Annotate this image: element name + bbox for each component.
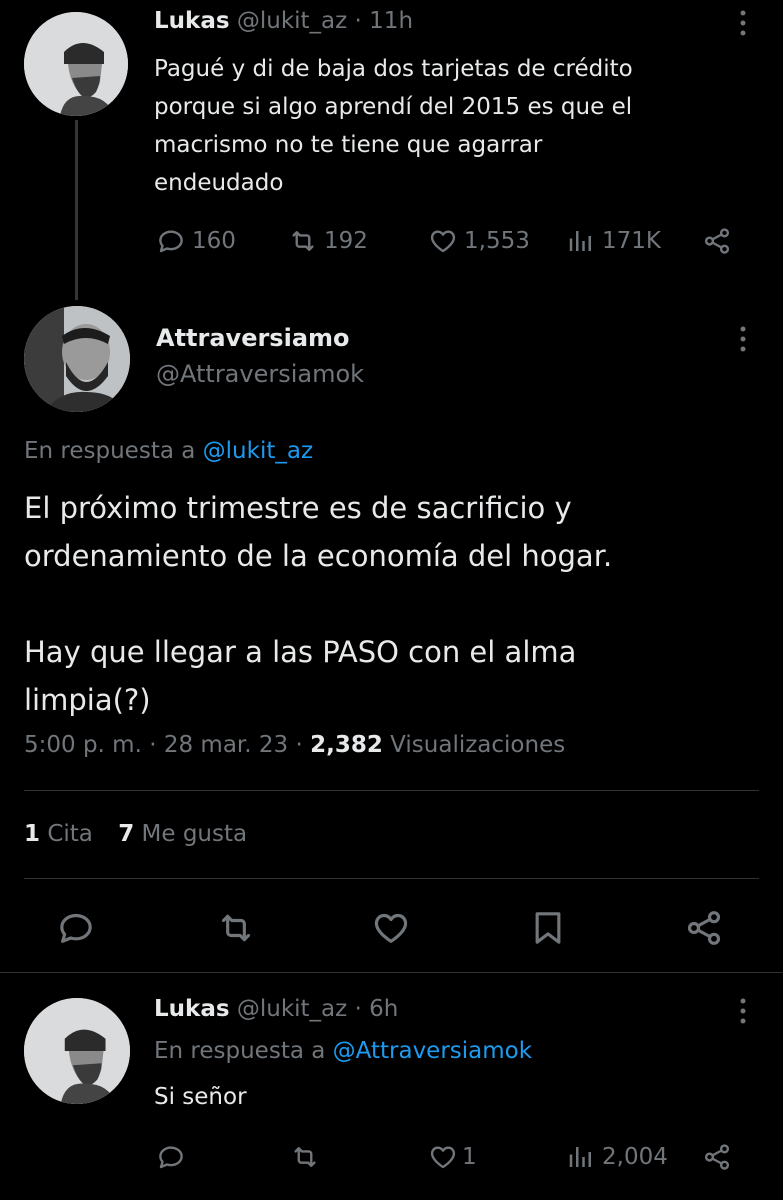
divider: [24, 790, 759, 791]
like-count: 1: [462, 1144, 477, 1170]
likes-count: 7: [118, 821, 135, 847]
divider: [24, 878, 759, 879]
views-count: 2,004: [602, 1144, 668, 1170]
reply-button[interactable]: 160: [156, 226, 236, 256]
share-button[interactable]: [702, 1142, 732, 1172]
like-count: 1,553: [464, 228, 530, 254]
retweet-button[interactable]: 192: [288, 226, 368, 256]
bookmark-icon: [535, 912, 561, 944]
likes-label: Me gusta: [141, 821, 248, 847]
retweet-icon: [294, 1147, 316, 1167]
tweet-text-line: [24, 580, 612, 628]
views-count: 171K: [602, 228, 661, 254]
author-name[interactable]: Lukas: [154, 996, 230, 1022]
like-icon: [430, 230, 456, 253]
retweet-button[interactable]: [290, 1142, 320, 1172]
tweet-time[interactable]: 11h: [369, 8, 413, 34]
tweet-text: Si señor: [154, 1084, 247, 1110]
dot-separator: ·: [149, 732, 157, 758]
tweet-text-line: El próximo trimestre es de sacrificio y: [24, 491, 572, 525]
share-icon: [704, 228, 730, 254]
retweet-count: 192: [324, 228, 368, 254]
reply-button[interactable]: [56, 908, 96, 952]
reply-to-link[interactable]: @Attraversiamok: [333, 1038, 532, 1064]
reply-count: 160: [192, 228, 236, 254]
avatar-lukas-image: [24, 998, 130, 1104]
avatar-attraversiamo[interactable]: [24, 306, 130, 412]
more-icon[interactable]: [737, 996, 749, 1033]
dot-separator: ·: [295, 732, 303, 758]
tweet-meta: 5:00 p. m. · 28 mar. 23 · 2,382 Visualiz…: [24, 732, 565, 758]
thread-line: [75, 120, 78, 300]
more-icon[interactable]: [737, 324, 749, 361]
tweet-text-line: porque si algo aprendí del 2015 es que e…: [154, 94, 633, 120]
likes-stat[interactable]: 7 Me gusta: [118, 821, 247, 847]
more-icon[interactable]: [737, 8, 749, 45]
tweet-date[interactable]: 28 mar. 23: [164, 732, 288, 758]
share-icon: [704, 1144, 730, 1170]
views-button[interactable]: 171K: [566, 226, 661, 256]
avatar-attraversiamo-image: [24, 306, 130, 412]
reply-button[interactable]: [156, 1142, 186, 1172]
share-button[interactable]: [684, 908, 724, 952]
tweet-time[interactable]: 5:00 p. m.: [24, 732, 142, 758]
views-count: 2,382: [310, 732, 383, 758]
author-handle[interactable]: @lukit_az: [237, 8, 347, 34]
quotes-count: 1: [24, 821, 41, 847]
share-icon: [687, 911, 721, 945]
like-button[interactable]: [371, 908, 411, 952]
avatar-lukas[interactable]: [24, 998, 130, 1104]
reply-context: En respuesta a @lukit_az: [24, 438, 313, 464]
author-name[interactable]: Lukas: [154, 8, 230, 34]
author-handle[interactable]: @Attraversiamok: [156, 360, 364, 388]
like-button[interactable]: 1: [428, 1142, 477, 1172]
tweet-text-line: ordenamiento de la economía del hogar.: [24, 539, 613, 573]
reply-icon: [60, 913, 92, 943]
views-label: Visualizaciones: [390, 732, 566, 758]
like-icon: [374, 913, 408, 943]
share-button[interactable]: [702, 226, 732, 256]
views-button[interactable]: 2,004: [566, 1142, 668, 1172]
avatar-lukas[interactable]: [24, 12, 128, 116]
reply-context: En respuesta a @Attraversiamok: [154, 1038, 532, 1064]
tweet-text: Pagué y di de baja dos tarjetas de crédi…: [154, 50, 633, 202]
tweet-text-line: limpia(?): [24, 683, 151, 717]
dot-separator: ·: [354, 8, 362, 34]
like-icon: [430, 1146, 456, 1169]
retweet-button[interactable]: [216, 908, 256, 952]
tweet-text-line: Hay que llegar a las PASO con el alma: [24, 635, 577, 669]
author-name[interactable]: Attraversiamo: [156, 324, 364, 352]
reply-icon: [159, 1146, 183, 1169]
tweet-text-line: macrismo no te tiene que agarrar: [154, 132, 543, 158]
retweet-icon: [292, 231, 314, 251]
avatar-lukas-image: [24, 12, 128, 116]
divider: [0, 972, 783, 973]
quotes-label: Cita: [47, 821, 93, 847]
author-handle[interactable]: @lukit_az: [237, 996, 347, 1022]
quotes-stat[interactable]: 1 Cita: [24, 821, 100, 847]
reply-to-link[interactable]: @lukit_az: [203, 438, 313, 464]
bookmark-button[interactable]: [528, 908, 568, 952]
tweet-text-line: endeudado: [154, 170, 284, 196]
views-icon: [569, 1147, 591, 1167]
reply-prefix: En respuesta a: [154, 1038, 326, 1064]
like-button[interactable]: 1,553: [428, 226, 530, 256]
tweet-time[interactable]: 6h: [369, 996, 398, 1022]
reply-prefix: En respuesta a: [24, 438, 196, 464]
tweet-text: El próximo trimestre es de sacrificio y …: [24, 484, 612, 724]
tweet-text-line: Pagué y di de baja dos tarjetas de crédi…: [154, 56, 633, 82]
engagement-stats: 1 Cita 7 Me gusta: [24, 821, 247, 847]
views-icon: [569, 231, 591, 251]
dot-separator: ·: [354, 996, 362, 1022]
reply-icon: [159, 230, 183, 253]
retweet-icon: [221, 914, 251, 942]
